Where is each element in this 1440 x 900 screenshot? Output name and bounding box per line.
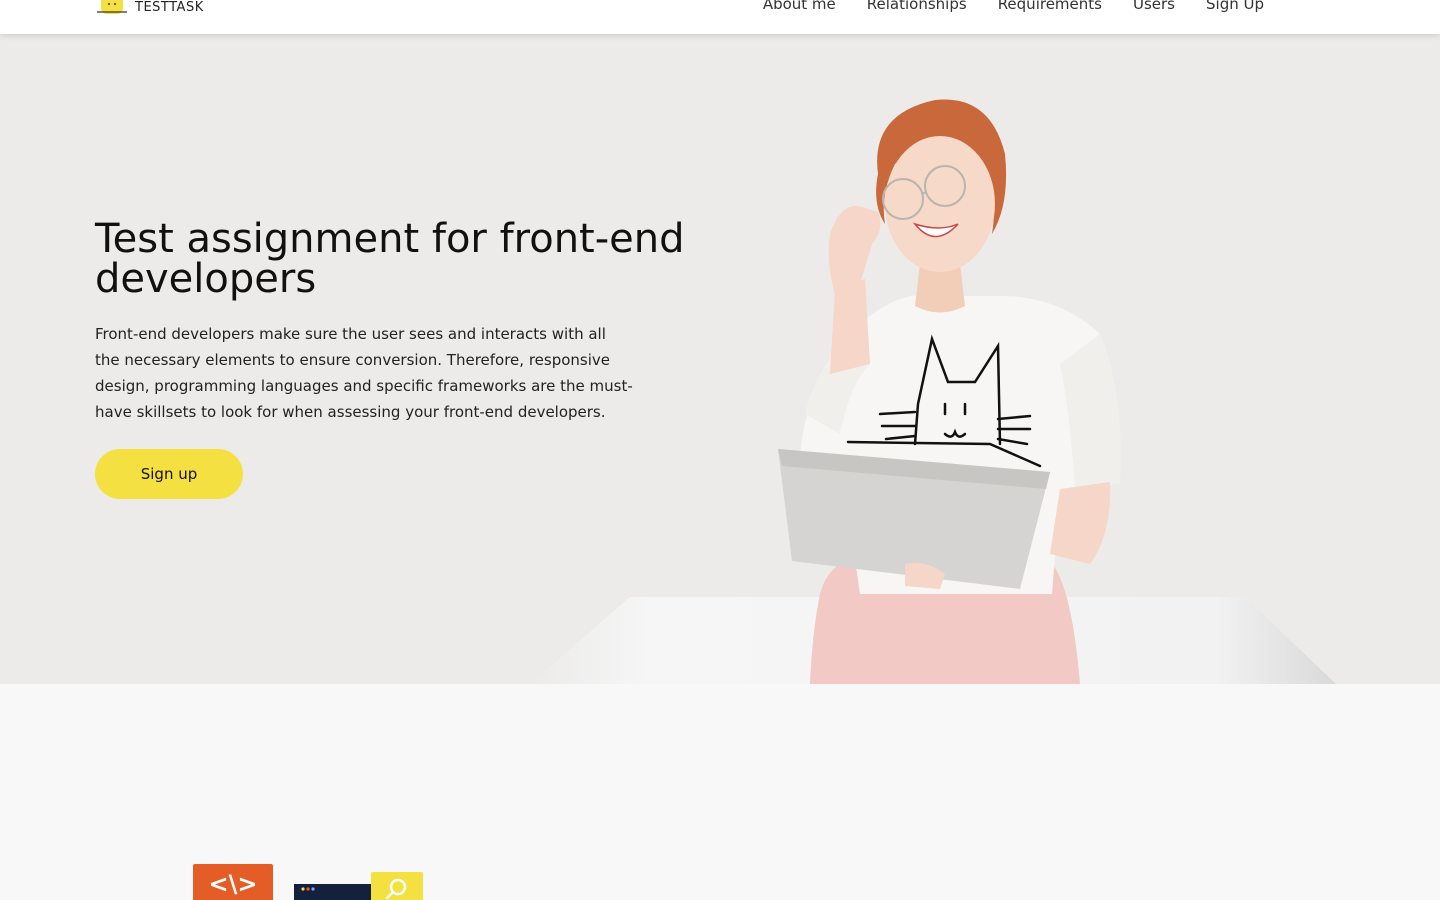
nav-requirements[interactable]: Requirements [998, 0, 1102, 13]
hero-section: Test assignment for front-end developers… [0, 34, 1440, 684]
woman-with-laptop-illustration [778, 99, 1121, 684]
code-icon-label: <\> [208, 870, 258, 898]
site-header: TESTTASK About me Relationships Requirem… [0, 0, 1440, 34]
nav-relationships[interactable]: Relationships [867, 0, 967, 13]
logo[interactable]: TESTTASK [95, 0, 204, 16]
secondary-section: <\> [0, 684, 1440, 900]
hero-sign-up-button[interactable]: Sign up [95, 449, 243, 499]
cat-logo-icon [95, 0, 129, 16]
nav-users[interactable]: Users [1133, 0, 1175, 13]
main-nav: About me Relationships Requirements User… [763, 0, 1264, 13]
nav-about-me[interactable]: About me [763, 0, 836, 13]
nav-sign-up[interactable]: Sign Up [1206, 0, 1264, 13]
logo-text: TESTTASK [135, 0, 204, 15]
